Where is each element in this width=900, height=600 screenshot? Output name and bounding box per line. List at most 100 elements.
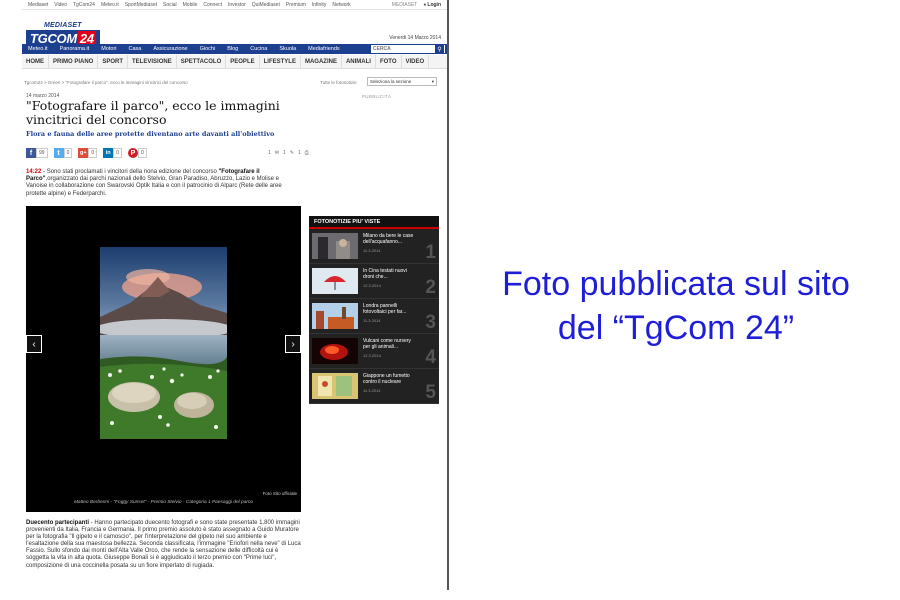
section-tab-spettacolo[interactable]: SPETTACOLO xyxy=(177,54,227,69)
partner-link[interactable]: Giochi xyxy=(200,46,216,52)
googleplus-share[interactable]: g+ 0 xyxy=(78,148,98,158)
article-headline: "Fotografare il parco", ecco le immagini… xyxy=(26,98,280,127)
photo-source: Foto Sito ufficiale xyxy=(262,491,297,496)
twitter-icon: t xyxy=(53,148,64,158)
rank-number: 5 xyxy=(425,382,436,403)
sidebar-item[interactable]: In Cina testati nuovi droni che... 12.3.2… xyxy=(309,264,439,299)
sidebar-thumbnail xyxy=(312,268,358,294)
mediaset-small-logo: MEDIASET xyxy=(391,1,418,8)
partner-link[interactable]: Meteo.it xyxy=(28,46,48,52)
googleplus-icon: g+ xyxy=(78,148,89,158)
section-tab-people[interactable]: PEOPLE xyxy=(226,54,260,69)
article-tools: 1 ✉ 1 ✎ 1 ⎙ xyxy=(268,150,309,156)
facebook-icon: f xyxy=(26,148,36,158)
print-icon[interactable]: ⎙ xyxy=(305,150,309,156)
netbar-link[interactable]: Mediaset xyxy=(28,2,48,8)
sidebar-item-date: 12.3.2014 xyxy=(363,283,381,288)
linkedin-share[interactable]: in 0 xyxy=(103,148,122,158)
search-input[interactable] xyxy=(373,45,435,53)
lead-text: - Sono stati proclamati i vincitori dell… xyxy=(41,169,219,175)
sidebar-item[interactable]: Londra pannelli fotovoltaici per far... 1… xyxy=(309,299,439,334)
section-nav: HOME PRIMO PIANO SPORT TELEVISIONE SPETT… xyxy=(22,54,447,69)
netbar-right: MEDIASET ● Login xyxy=(392,2,447,8)
search-icon[interactable]: ⚲ xyxy=(435,45,444,53)
login-link[interactable]: Login xyxy=(427,2,441,8)
netbar-link[interactable]: Infinity xyxy=(312,2,326,8)
partner-link[interactable]: Skuola xyxy=(279,46,296,52)
partner-link[interactable]: Cucina xyxy=(250,46,267,52)
sidebar-thumbnail xyxy=(312,233,358,259)
ad-label: PUBBLICITÀ xyxy=(362,94,392,99)
sidebar-item-title: In Cina testati nuovi droni che... xyxy=(363,268,407,280)
section-tab-lifestyle[interactable]: LIFESTYLE xyxy=(260,54,301,69)
sidebar-thumbnail xyxy=(312,303,358,329)
netbar-link[interactable]: TgCom24 xyxy=(73,2,95,8)
sidebar-item[interactable]: Vulcani come nursery per gli animali... 1… xyxy=(309,334,439,369)
netbar-link[interactable]: Investor xyxy=(228,2,246,8)
section-tab-magazine[interactable]: MAGAZINE xyxy=(301,54,342,69)
article-time: 14:22 xyxy=(26,169,42,175)
netbar-link[interactable]: Social xyxy=(163,2,177,8)
sidebar-item[interactable]: Milano da bere le case dell'acquafanno..… xyxy=(309,229,439,264)
tools-count: 1 xyxy=(282,150,286,156)
netbar-link[interactable]: Premium xyxy=(286,2,306,8)
rank-number: 4 xyxy=(425,347,436,368)
partner-link[interactable]: Blog xyxy=(227,46,238,52)
netbar-link[interactable]: Video xyxy=(54,2,67,8)
sidebar-thumbnail xyxy=(312,373,358,399)
section-tab-animali[interactable]: ANIMALI xyxy=(342,54,376,69)
annotation-line-1: Foto pubblicata sul sito xyxy=(502,265,850,303)
sidebar-item-title: Londra pannelli fotovoltaici per far... xyxy=(363,303,407,315)
mountain-lake-photo xyxy=(100,247,227,439)
vertical-divider xyxy=(447,0,449,590)
partner-link[interactable]: Mediafriends xyxy=(308,46,340,52)
gallery-photo[interactable] xyxy=(100,247,227,439)
breadcrumb[interactable]: Tgcom24 > Green > "Fotografare il parco"… xyxy=(24,80,188,85)
gallery-prev-button[interactable]: ‹ xyxy=(26,335,42,353)
sidebar-item-title: Vulcani come nursery per gli animali... xyxy=(363,338,411,350)
section-tab-sport[interactable]: SPORT xyxy=(98,54,129,69)
partner-link[interactable]: Motori xyxy=(101,46,116,52)
partner-link[interactable]: Panorama.it xyxy=(60,46,90,52)
article-subhead: Flora e fauna delle aree protette divent… xyxy=(26,130,275,138)
mediaset-logo[interactable]: MEDIASET xyxy=(44,22,82,29)
sidebar-item-date: 11.3.2014 xyxy=(363,388,381,393)
section-tab-home[interactable]: HOME xyxy=(22,54,49,69)
chevron-down-icon: ▾ xyxy=(431,78,434,84)
tools-count: 1 xyxy=(297,150,301,156)
section-tab-foto[interactable]: FOTO xyxy=(376,54,402,69)
comments-count[interactable]: 1 xyxy=(268,150,271,156)
netbar-link[interactable]: QuiMediaset xyxy=(252,2,280,8)
section-tab-video[interactable]: VIDEO xyxy=(402,54,430,69)
netbar-link[interactable]: Connect xyxy=(203,2,222,8)
sidebar-item-title: Giappone un fumetto contro il nucleare xyxy=(363,373,410,385)
lead-text: ,organizzato dai parchi nazionali dello … xyxy=(26,176,282,197)
partner-link[interactable]: Casa xyxy=(129,46,142,52)
partner-link[interactable]: Assicurazione xyxy=(153,46,187,52)
section-tab-televisione[interactable]: TELEVISIONE xyxy=(128,54,177,69)
share-count: 99 xyxy=(36,148,48,158)
all-photos-link[interactable]: Tutte le fotonotizie xyxy=(320,80,357,85)
share-count: 0 xyxy=(137,148,147,158)
gallery-next-button[interactable]: › xyxy=(285,335,301,353)
mail-icon[interactable]: ✉ xyxy=(275,150,279,156)
facebook-share[interactable]: f 99 xyxy=(26,148,48,158)
edit-icon[interactable]: ✎ xyxy=(290,150,294,156)
share-count: 0 xyxy=(88,148,98,158)
body-text: - Hanno partecipato duecento fotografi e… xyxy=(26,520,301,569)
pinterest-icon: P xyxy=(127,148,138,158)
netbar-link[interactable]: Network xyxy=(332,2,350,8)
netbar-link[interactable]: SportMediaset xyxy=(125,2,157,8)
photo-caption: Matteo Berbenni - "Foggy Sunset" - Premi… xyxy=(73,500,254,505)
annotation-line-2: del “TgCom 24” xyxy=(557,309,795,347)
twitter-share[interactable]: t0 xyxy=(53,148,73,158)
section-select[interactable]: Seleziona la sezione ▾ xyxy=(367,77,437,86)
netbar-link[interactable]: Mobile xyxy=(183,2,198,8)
section-tab-primo-piano[interactable]: PRIMO PIANO xyxy=(49,54,99,69)
sidebar-item-date: 11.3.2014 xyxy=(363,248,381,253)
sidebar-item-title: Milano da bere le case dell'acquafanno..… xyxy=(363,233,414,245)
pinterest-share[interactable]: P0 xyxy=(127,148,147,158)
sidebar-item[interactable]: Giappone un fumetto contro il nucleare 11… xyxy=(309,369,439,404)
network-bar: Mediaset Video TgCom24 Meteo.it SportMed… xyxy=(22,0,447,10)
netbar-link[interactable]: Meteo.it xyxy=(101,2,119,8)
